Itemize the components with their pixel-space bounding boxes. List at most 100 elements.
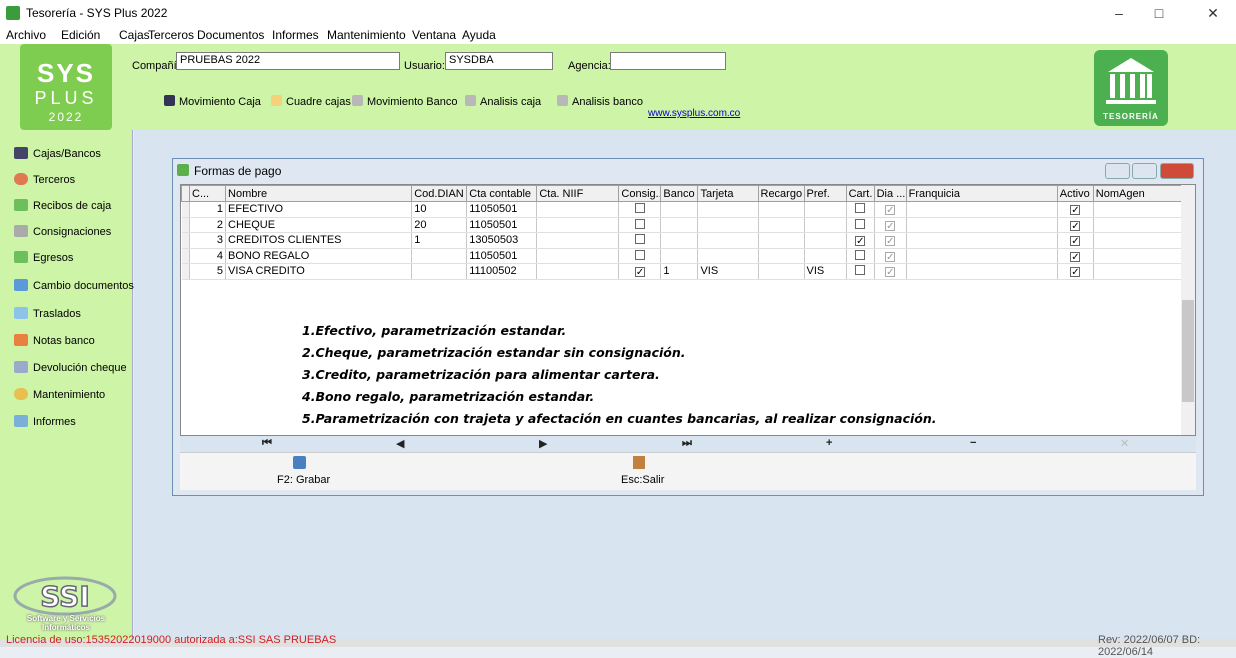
column-header[interactable]: Dia ... — [873, 185, 907, 202]
cell-banco[interactable] — [660, 217, 699, 233]
cell-tarjeta[interactable] — [697, 232, 759, 249]
sidebar-item-consignaciones[interactable]: Consignaciones — [14, 225, 111, 238]
cancel-record-button[interactable]: ✕ — [1120, 437, 1129, 450]
cell-dian[interactable] — [411, 248, 468, 264]
checkbox[interactable] — [855, 265, 866, 276]
sidebar-item-cambio-documentos[interactable]: Cambio documentos — [14, 279, 134, 292]
cell-tarjeta[interactable] — [697, 217, 759, 233]
cell-nombre[interactable]: BONO REGALO — [225, 248, 413, 264]
sidebar-item-devolucion-cheque[interactable]: Devolución cheque — [14, 361, 127, 374]
checkbox[interactable]: ✓ — [1070, 251, 1081, 262]
cell-cart[interactable] — [846, 248, 875, 264]
compania-field[interactable]: PRUEBAS 2022 — [176, 52, 400, 70]
column-header[interactable]: NomAgen — [1092, 185, 1183, 202]
cell-activo[interactable]: ✓ — [1057, 217, 1094, 233]
add-record-button[interactable]: + — [826, 437, 832, 449]
checkbox[interactable]: ✓ — [885, 236, 896, 247]
cell-recargo[interactable] — [758, 201, 805, 218]
analisis-banco-button[interactable]: Analisis banco — [557, 95, 643, 108]
cell-cta[interactable]: 11050501 — [466, 217, 538, 233]
menu-mantenimiento[interactable]: Mantenimiento — [327, 28, 406, 42]
cell-c[interactable]: 1 — [189, 201, 227, 218]
cell-franq[interactable] — [906, 217, 1058, 233]
scrollbar-thumb[interactable] — [1182, 300, 1194, 402]
cell-dian[interactable]: 1 — [411, 232, 468, 249]
menu-documentos[interactable]: Documentos — [197, 28, 264, 42]
column-header[interactable]: C... — [188, 185, 227, 202]
checkbox[interactable] — [634, 218, 645, 229]
close-button[interactable]: ✕ — [1198, 3, 1228, 23]
cell-consig[interactable] — [618, 232, 662, 249]
menu-terceros[interactable]: Terceros — [148, 28, 194, 42]
cell-pref[interactable] — [804, 248, 847, 264]
checkbox[interactable]: ✓ — [885, 220, 896, 231]
delete-record-button[interactable]: − — [970, 437, 976, 449]
row-indicator[interactable] — [181, 248, 190, 264]
checkbox[interactable]: ✓ — [885, 205, 896, 216]
analisis-caja-button[interactable]: Analisis caja — [465, 95, 541, 108]
cell-tarjeta[interactable]: VIS — [697, 263, 759, 280]
checkbox[interactable]: ✓ — [885, 267, 896, 278]
cell-dia[interactable]: ✓ — [874, 248, 907, 264]
cell-consig[interactable]: ✓ — [618, 263, 662, 280]
cell-niif[interactable] — [536, 201, 620, 218]
agencia-field[interactable] — [610, 52, 726, 70]
cell-cta[interactable]: 11050501 — [466, 248, 538, 264]
sidebar-item-recibos-caja[interactable]: Recibos de caja — [14, 199, 111, 212]
cell-recargo[interactable] — [758, 232, 805, 249]
sidebar-item-mantenimiento[interactable]: Mantenimiento — [14, 388, 105, 401]
cell-nomagen[interactable] — [1093, 263, 1183, 280]
cell-c[interactable]: 4 — [189, 248, 227, 264]
menu-cajas[interactable]: Cajas — [119, 28, 150, 42]
cell-dia[interactable]: ✓ — [874, 201, 907, 218]
row-indicator[interactable] — [181, 201, 190, 218]
cell-nombre[interactable]: CREDITOS CLIENTES — [225, 232, 413, 249]
cell-tarjeta[interactable] — [697, 201, 759, 218]
cell-cta[interactable]: 13050503 — [466, 232, 538, 249]
cell-pref[interactable]: VIS — [804, 263, 847, 280]
cell-niif[interactable] — [536, 248, 620, 264]
cuadre-cajas-button[interactable]: Cuadre cajas — [271, 95, 351, 108]
table-row[interactable]: 2 CHEQUE 20 11050501 ✓ ✓ — [181, 217, 1183, 233]
first-record-button[interactable]: ⏮ — [262, 437, 272, 450]
cell-activo[interactable]: ✓ — [1057, 232, 1094, 249]
row-indicator[interactable] — [181, 263, 190, 280]
checkbox[interactable]: ✓ — [1070, 267, 1081, 278]
cell-dia[interactable]: ✓ — [874, 217, 907, 233]
cell-cta[interactable]: 11100502 — [466, 263, 538, 280]
column-header[interactable]: Cart. — [845, 185, 875, 202]
last-record-button[interactable]: ⏭ — [682, 437, 692, 450]
prev-record-button[interactable]: ◀ — [396, 437, 404, 450]
menu-informes[interactable]: Informes — [272, 28, 319, 42]
cell-c[interactable]: 3 — [189, 232, 227, 249]
cell-nomagen[interactable] — [1093, 248, 1183, 264]
restore-button[interactable]: □ — [1144, 3, 1174, 23]
table-row[interactable]: 5 VISA CREDITO 11100502 ✓ 1 VIS VIS ✓ ✓ — [181, 263, 1183, 280]
checkbox[interactable]: ✓ — [1070, 205, 1081, 216]
row-indicator[interactable] — [181, 232, 190, 249]
checkbox[interactable] — [855, 249, 866, 260]
column-header[interactable]: Franquicia — [905, 185, 1058, 202]
column-header[interactable]: Tarjeta — [697, 185, 759, 202]
row-indicator[interactable] — [181, 217, 190, 233]
cell-recargo[interactable] — [758, 263, 805, 280]
cell-pref[interactable] — [804, 232, 847, 249]
cell-consig[interactable] — [618, 248, 662, 264]
minimize-button[interactable]: – — [1104, 3, 1134, 23]
checkbox[interactable] — [634, 203, 645, 214]
checkbox[interactable]: ✓ — [855, 236, 866, 247]
sidebar-item-notas-banco[interactable]: Notas banco — [14, 334, 95, 347]
movimiento-caja-button[interactable]: Movimiento Caja — [164, 95, 261, 108]
column-header[interactable]: Pref. — [803, 185, 847, 202]
cell-banco[interactable]: 1 — [660, 263, 699, 280]
column-header[interactable]: Cta. NIIF — [536, 185, 620, 202]
sidebar-item-traslados[interactable]: Traslados — [14, 307, 81, 320]
cell-dian[interactable]: 20 — [411, 217, 468, 233]
cell-nombre[interactable]: VISA CREDITO — [225, 263, 413, 280]
column-header[interactable]: Nombre — [225, 185, 413, 202]
cell-niif[interactable] — [536, 217, 620, 233]
table-row[interactable]: 4 BONO REGALO 11050501 ✓ ✓ — [181, 248, 1183, 264]
cell-franq[interactable] — [906, 248, 1058, 264]
cell-activo[interactable]: ✓ — [1057, 201, 1094, 218]
menu-archivo[interactable]: Archivo — [6, 28, 46, 42]
